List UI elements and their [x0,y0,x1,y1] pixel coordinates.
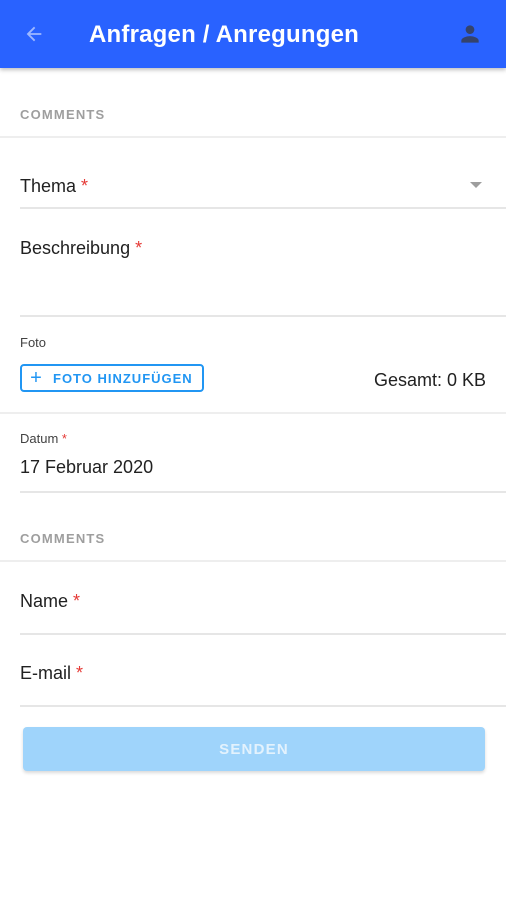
app-bar: Anfragen / Anregungen [0,0,506,68]
thema-label: Thema [20,176,77,196]
thema-underline [20,207,506,209]
email-label: E-mail [20,663,72,683]
account-button[interactable] [456,20,484,48]
datum-label: Datum [20,431,59,446]
arrow-left-icon [26,26,42,42]
foto-divider [0,412,506,414]
beschreibung-underline [20,315,506,317]
section-divider [0,560,506,562]
datum-value[interactable]: 17 Februar 2020 [20,457,153,478]
page-title: Anfragen / Anregungen [89,21,359,48]
name-field[interactable]: Name * [20,591,80,612]
email-underline [20,705,506,707]
beschreibung-field[interactable]: Beschreibung * [20,238,142,259]
datum-label-wrap: Datum * [20,431,67,446]
back-button[interactable] [20,20,48,48]
caret-down-icon[interactable] [470,182,482,188]
person-icon [461,25,479,43]
add-photo-label: FOTO HINZUFÜGEN [53,370,193,386]
datum-underline [20,491,506,493]
required-marker: * [81,176,89,196]
section-header-comments: COMMENTS [20,107,106,122]
total-size: Gesamt: 0 KB [373,370,486,390]
section-divider [0,136,506,138]
required-marker: * [135,238,143,258]
thema-field[interactable]: Thema * [20,176,88,197]
add-photo-button[interactable]: + FOTO HINZUFÜGEN [20,364,204,392]
name-underline [20,633,506,635]
email-field[interactable]: E-mail * [20,663,83,684]
section-header-comments: COMMENTS [20,531,106,546]
foto-label: Foto [20,335,47,350]
plus-icon: + [30,367,42,389]
send-button-label: SENDEN [219,740,289,758]
name-label: Name [20,591,69,611]
required-marker: * [61,431,67,446]
required-marker: * [76,663,84,683]
required-marker: * [73,591,81,611]
send-button[interactable]: SENDEN [23,727,485,771]
beschreibung-label: Beschreibung [20,238,131,258]
